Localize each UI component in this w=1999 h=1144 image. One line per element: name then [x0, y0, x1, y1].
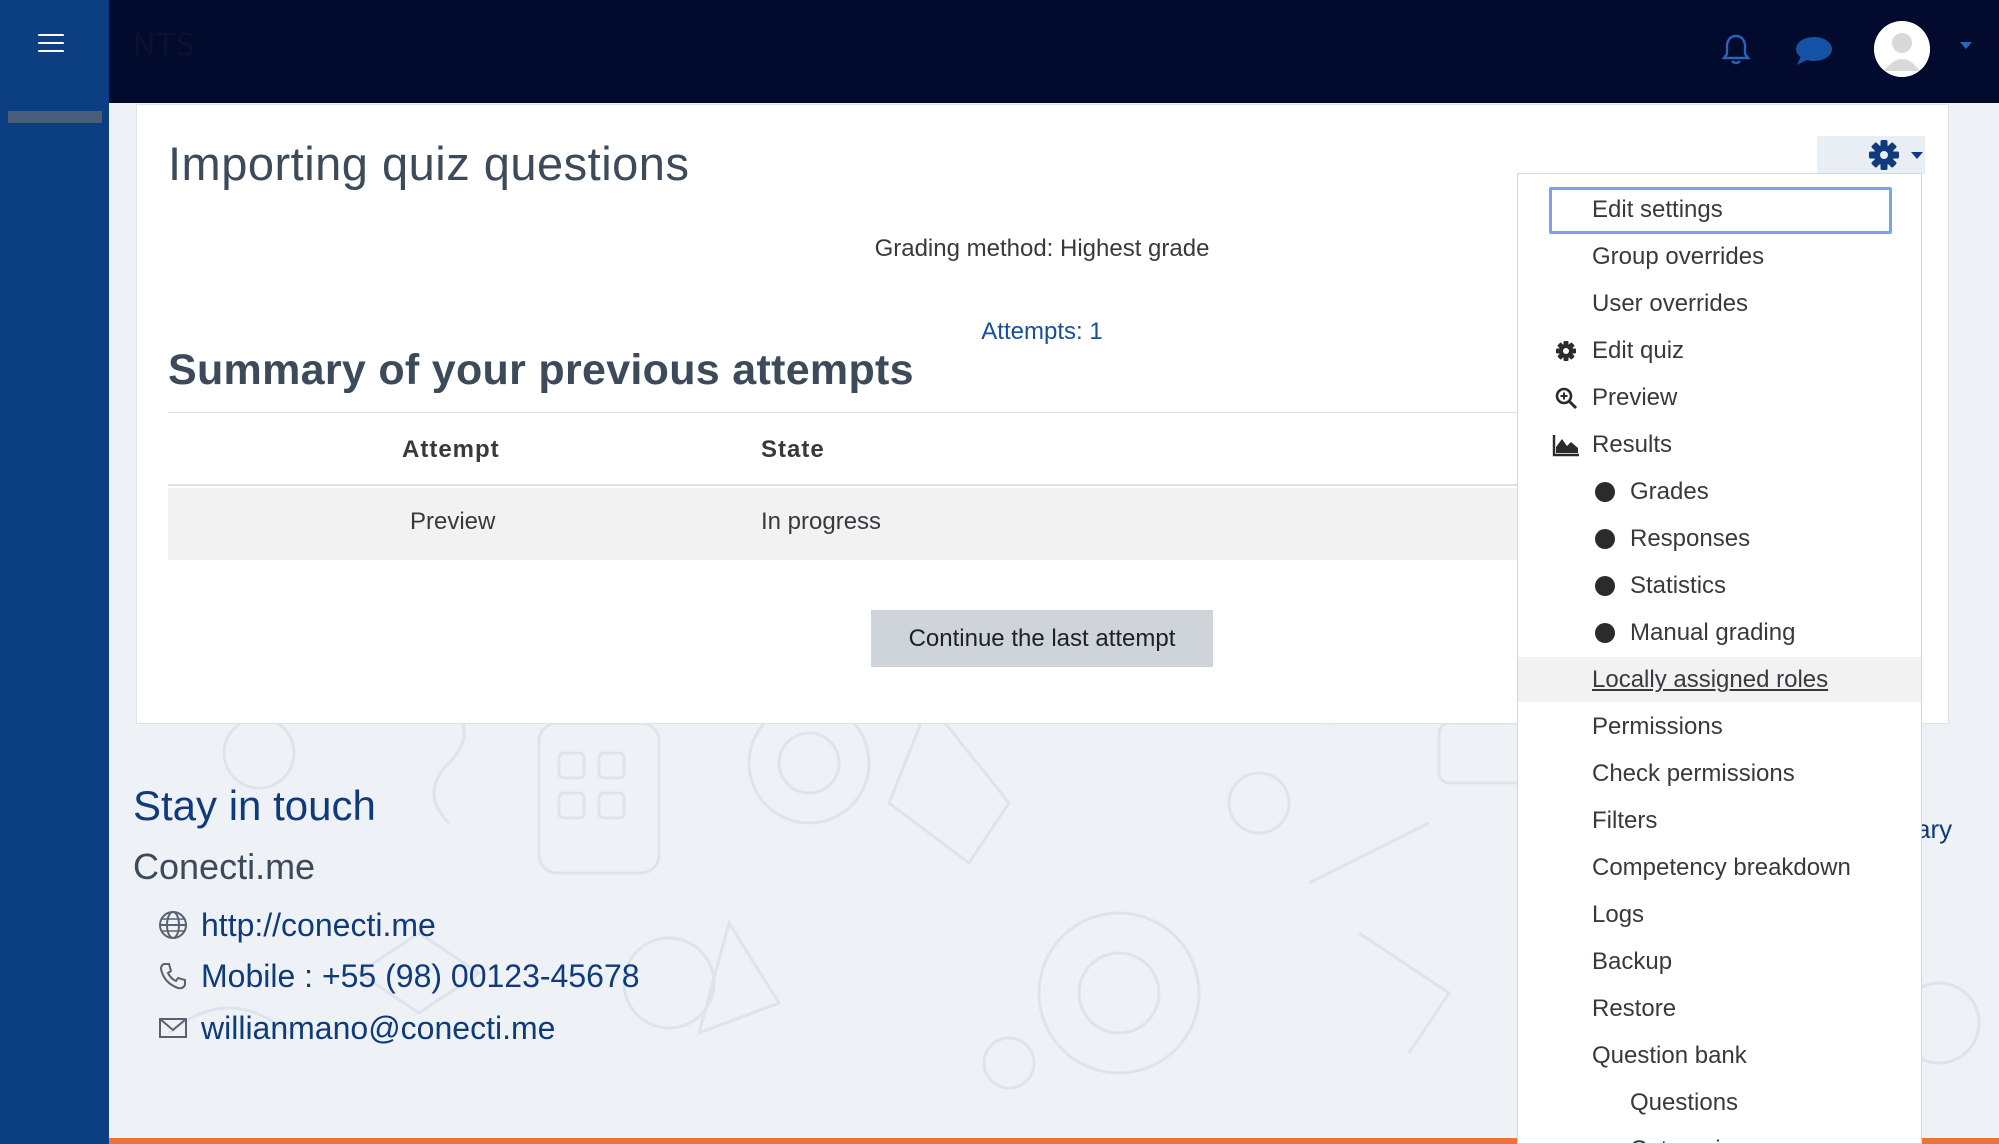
gear-icon [1869, 140, 1899, 170]
table-row: Preview In progress [168, 488, 1518, 560]
summary-heading: Summary of your previous attempts [168, 346, 914, 394]
menu-item-locally-assigned-roles[interactable]: Locally assigned roles [1518, 657, 1921, 702]
top-navbar: NTS [0, 0, 1999, 103]
attempts-link[interactable]: Attempts: 1 [600, 318, 1484, 346]
menu-item-responses[interactable]: Responses [1518, 516, 1921, 561]
globe-icon [157, 909, 189, 941]
bullet-dot-icon [1595, 482, 1615, 502]
user-silhouette-icon [1874, 21, 1930, 77]
stay-in-touch-heading: Stay in touch [133, 782, 376, 829]
mobile-contact: Mobile : +55 (98) 00123-45678 [157, 956, 640, 996]
menu-item-categories[interactable]: Categories [1518, 1127, 1921, 1143]
chevron-down-icon[interactable] [1911, 152, 1923, 159]
cell-state: In progress [761, 508, 882, 535]
bullet-dot-icon [1595, 623, 1615, 643]
page-title: Importing quiz questions [168, 137, 690, 190]
menu-item-check-permissions[interactable]: Check permissions [1518, 751, 1921, 796]
drawer-placeholder-bar [8, 111, 102, 123]
bullet-dot-icon [1595, 529, 1615, 549]
menu-item-results[interactable]: Results [1518, 422, 1921, 467]
menu-item-user-overrides[interactable]: User overrides [1518, 281, 1921, 326]
envelope-icon [157, 1012, 189, 1044]
menu-item-logs[interactable]: Logs [1518, 892, 1921, 937]
column-header-attempt: Attempt [402, 436, 500, 463]
bullet-dot-icon [1595, 576, 1615, 596]
actions-menu-button[interactable] [1817, 136, 1925, 174]
menu-item-edit-settings[interactable]: Edit settings [1518, 187, 1921, 234]
menu-item-competency-breakdown[interactable]: Competency breakdown [1518, 845, 1921, 890]
menu-item-question-bank[interactable]: Question bank [1518, 1033, 1921, 1078]
site-brand[interactable]: NTS [133, 28, 196, 63]
notification-bell-icon[interactable] [1721, 33, 1751, 67]
email-contact: willianmano@conecti.me [157, 1008, 555, 1048]
menu-item-edit-quiz[interactable]: Edit quiz [1518, 328, 1921, 373]
menu-item-grades[interactable]: Grades [1518, 469, 1921, 514]
zoom-icon [1555, 387, 1578, 410]
actions-dropdown-menu: Edit settings Group overrides User overr… [1517, 173, 1922, 1144]
menu-item-preview[interactable]: Preview [1518, 375, 1921, 420]
email-link[interactable]: willianmano@conecti.me [201, 1010, 555, 1047]
gear-icon [1556, 341, 1576, 361]
website-contact: http://conecti.me [157, 905, 436, 945]
menu-item-filters[interactable]: Filters [1518, 798, 1921, 843]
menu-item-statistics[interactable]: Statistics [1518, 563, 1921, 608]
menu-item-restore[interactable]: Restore [1518, 986, 1921, 1031]
menu-item-group-overrides[interactable]: Group overrides [1518, 234, 1921, 279]
mobile-link[interactable]: Mobile : +55 (98) 00123-45678 [201, 958, 640, 995]
grading-method-text: Grading method: Highest grade [874, 235, 1210, 262]
menu-item-permissions[interactable]: Permissions [1518, 704, 1921, 749]
phone-icon [157, 960, 189, 992]
column-header-state: State [761, 436, 825, 463]
website-link[interactable]: http://conecti.me [201, 907, 436, 944]
menu-item-questions[interactable]: Questions [1518, 1080, 1921, 1125]
menu-item-manual-grading[interactable]: Manual grading [1518, 610, 1921, 655]
hamburger-menu-icon[interactable] [38, 34, 64, 56]
table-top-border [168, 412, 1518, 413]
user-menu-caret-icon[interactable] [1960, 42, 1972, 49]
cell-attempt: Preview [410, 508, 496, 535]
continue-last-attempt-button[interactable]: Continue the last attempt [871, 610, 1213, 667]
messages-chat-icon[interactable] [1795, 36, 1833, 66]
attempts-table-header: Attempt State [168, 414, 1518, 486]
footer-site-name: Conecti.me [133, 846, 316, 887]
menu-item-backup[interactable]: Backup [1518, 939, 1921, 984]
user-avatar[interactable] [1874, 21, 1930, 77]
area-chart-icon [1552, 435, 1579, 457]
nav-drawer [0, 0, 109, 1144]
